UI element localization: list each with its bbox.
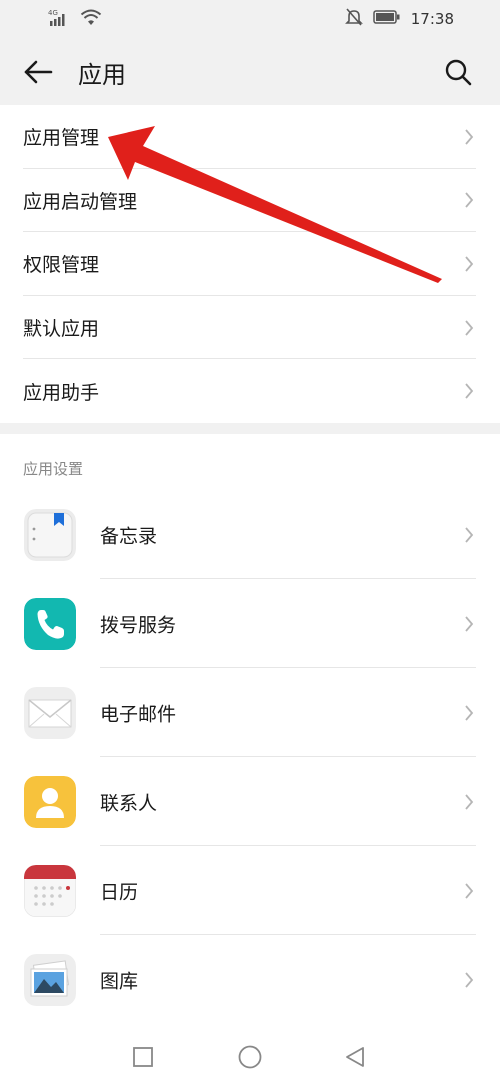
app-item-contacts[interactable]: 联系人 xyxy=(0,757,500,846)
app-settings-card: 应用设置 备忘录 拨号服务 电子邮件 联系人 日历 图库 xyxy=(0,434,500,1030)
mute-bell-icon xyxy=(344,7,363,31)
battery-icon xyxy=(373,9,401,29)
chevron-right-icon xyxy=(465,793,474,810)
menu-item-app-management[interactable]: 应用管理 xyxy=(0,105,500,169)
status-left: 4G xyxy=(48,8,102,32)
menu-item-app-assistant[interactable]: 应用助手 xyxy=(0,359,500,423)
back-button[interactable] xyxy=(18,52,58,92)
app-settings-list: 备忘录 拨号服务 电子邮件 联系人 日历 图库 xyxy=(0,490,500,1024)
app-item-dialer[interactable]: 拨号服务 xyxy=(0,579,500,668)
contacts-icon xyxy=(24,775,76,828)
app-item-label: 联系人 xyxy=(100,792,158,814)
status-time: 17:38 xyxy=(410,10,454,28)
app-item-calendar[interactable]: 日历 xyxy=(0,846,500,935)
phone-icon xyxy=(24,597,76,650)
home-button[interactable] xyxy=(235,1042,265,1072)
chevron-right-icon xyxy=(465,526,474,543)
page-title: 应用 xyxy=(78,61,126,89)
menu-item-permission-management[interactable]: 权限管理 xyxy=(0,232,500,296)
app-item-gallery[interactable]: 图库 xyxy=(0,935,500,1024)
menu-item-label: 权限管理 xyxy=(23,254,100,277)
menu-item-label: 应用启动管理 xyxy=(23,190,138,213)
back-nav-button[interactable] xyxy=(340,1042,370,1072)
chevron-right-icon xyxy=(465,971,474,988)
app-item-label: 图库 xyxy=(100,970,139,992)
wifi-icon xyxy=(80,9,102,31)
recent-apps-icon xyxy=(133,1047,153,1067)
menu-item-startup-management[interactable]: 应用启动管理 xyxy=(0,169,500,233)
signal-icon: 4G xyxy=(48,8,74,32)
app-item-label: 日历 xyxy=(100,881,139,903)
back-arrow-icon xyxy=(24,60,53,84)
back-icon xyxy=(346,1047,364,1067)
app-menu-card: 应用管理 应用启动管理 权限管理 默认应用 应用助手 xyxy=(0,105,500,423)
calendar-icon xyxy=(24,864,76,917)
menu-item-label: 应用管理 xyxy=(23,127,100,150)
app-item-label: 备忘录 xyxy=(100,525,158,547)
chevron-right-icon xyxy=(465,319,474,336)
search-icon xyxy=(445,59,472,86)
chevron-right-icon xyxy=(465,383,474,399)
status-bar: 4G 17:38 xyxy=(0,0,500,40)
recent-apps-button[interactable] xyxy=(128,1042,158,1072)
app-item-label: 拨号服务 xyxy=(100,614,177,636)
navigation-bar xyxy=(0,1030,500,1083)
home-icon xyxy=(238,1045,262,1069)
chevron-right-icon xyxy=(465,704,474,721)
app-item-email[interactable]: 电子邮件 xyxy=(0,668,500,757)
title-bar: 应用 xyxy=(0,40,500,104)
menu-item-default-apps[interactable]: 默认应用 xyxy=(0,296,500,360)
notepad-icon xyxy=(24,508,76,561)
email-icon xyxy=(24,686,76,739)
chevron-right-icon xyxy=(465,192,474,208)
status-right: 17:38 xyxy=(344,7,454,31)
gallery-icon xyxy=(24,953,76,1006)
search-button[interactable] xyxy=(438,52,478,92)
menu-item-label: 默认应用 xyxy=(23,318,100,341)
section-header: 应用设置 xyxy=(23,460,84,478)
chevron-right-icon xyxy=(465,882,474,899)
svg-text:4G: 4G xyxy=(48,9,58,17)
app-item-notepad[interactable]: 备忘录 xyxy=(0,490,500,579)
menu-item-label: 应用助手 xyxy=(23,381,100,404)
chevron-right-icon xyxy=(465,615,474,632)
app-item-label: 电子邮件 xyxy=(100,703,177,725)
chevron-right-icon xyxy=(465,129,474,145)
chevron-right-icon xyxy=(465,256,474,272)
